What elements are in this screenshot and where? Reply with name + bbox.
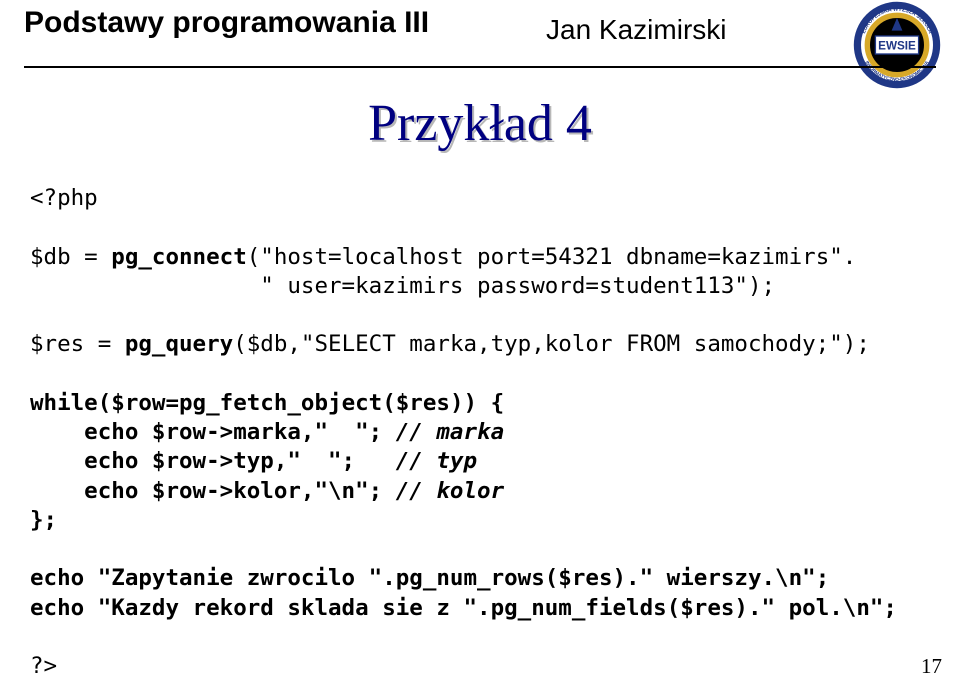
code-comment: // typ	[396, 448, 477, 474]
code-text: " user=kazimirs password=student113");	[30, 273, 775, 299]
code-text: ($res)." wierszy.\n";	[545, 565, 829, 591]
code-fn-pg-fetch-object: pg_fetch_object	[179, 390, 382, 416]
page-number: 17	[921, 654, 942, 679]
code-fn-pg-query: pg_query	[125, 331, 233, 357]
author-name: Jan Kazimirski	[546, 14, 726, 46]
code-text: while($row=	[30, 390, 179, 416]
code-text: echo "Kazdy rekord sklada sie z ".	[30, 595, 491, 621]
code-line: ?>	[30, 653, 57, 679]
code-text: ($res)." pol.\n";	[667, 595, 897, 621]
code-text: echo $row->marka," ";	[30, 419, 396, 445]
slide-title: Przykład 4	[0, 94, 960, 153]
code-comment: // kolor	[396, 478, 504, 504]
code-text: };	[30, 507, 57, 533]
code-text: echo $row->typ," ";	[30, 448, 396, 474]
code-text: $res =	[30, 331, 125, 357]
code-comment: // marka	[396, 419, 504, 445]
course-title: Podstawy programowania III	[24, 6, 429, 40]
code-text: echo "Zapytanie zwrocilo ".	[30, 565, 396, 591]
code-text: ($res)) {	[382, 390, 504, 416]
code-text: echo $row->kolor,"\n";	[30, 478, 396, 504]
slide-page: Podstawy programowania III Jan Kazimirsk…	[0, 0, 960, 687]
code-text: ("host=localhost port=54321 dbname=kazim…	[247, 244, 857, 270]
code-line: <?php	[30, 185, 98, 211]
code-text: $db =	[30, 244, 111, 270]
code-block: <?php $db = pg_connect("host=localhost p…	[30, 184, 897, 681]
code-fn-pg-num-fields: pg_num_fields	[491, 595, 667, 621]
school-logo: EUROPEJSKA WYŻSZA SZKOŁA INFORMATYCZNO-E…	[852, 0, 942, 90]
header-divider	[24, 66, 936, 68]
code-fn-pg-num-rows: pg_num_rows	[396, 565, 545, 591]
code-text: ($db,"SELECT marka,typ,kolor FROM samoch…	[233, 331, 870, 357]
header: Podstawy programowania III Jan Kazimirsk…	[0, 0, 960, 74]
code-fn-pg-connect: pg_connect	[111, 244, 246, 270]
logo-label-text: EWSIE	[878, 40, 916, 53]
